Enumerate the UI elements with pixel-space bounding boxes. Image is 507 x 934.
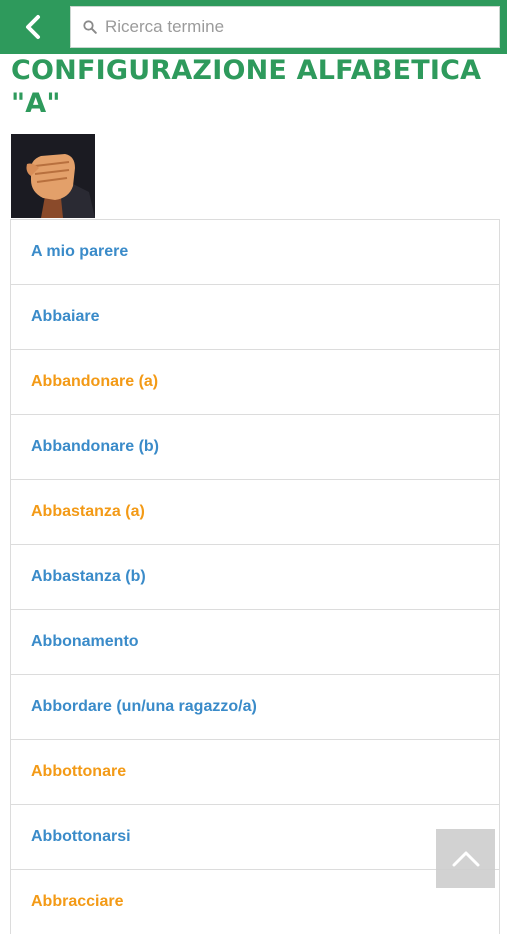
sign-thumbnail-image: [11, 134, 95, 218]
list-item[interactable]: Abbonamento: [11, 609, 499, 674]
term-link[interactable]: Abbandonare (a): [31, 373, 158, 391]
search-input[interactable]: [103, 11, 487, 43]
chevron-left-icon: [26, 15, 40, 39]
list-item[interactable]: Abbastanza (b): [11, 544, 499, 609]
list-item[interactable]: Abbandonare (b): [11, 414, 499, 479]
term-link[interactable]: Abbandonare (b): [31, 438, 159, 456]
scroll-to-top-button[interactable]: [436, 829, 495, 888]
term-link[interactable]: Abbastanza (a): [31, 503, 145, 521]
term-list: A mio parere Abbaiare Abbandonare (a) Abban…: [10, 219, 500, 934]
list-item[interactable]: Abbastanza (a): [11, 479, 499, 544]
fist-hand-icon: [11, 134, 95, 218]
search-icon: [83, 20, 97, 34]
list-item[interactable]: Abbandonare (a): [11, 349, 499, 414]
list-item[interactable]: A mio parere: [11, 219, 499, 284]
term-link[interactable]: Abbonamento: [31, 633, 139, 651]
page-title: CONFIGURAZIONE ALFABETICA "A": [11, 55, 482, 119]
term-link[interactable]: Abbottonare: [31, 763, 126, 781]
list-item[interactable]: Abbottonarsi: [11, 804, 499, 869]
back-button[interactable]: [0, 0, 66, 54]
term-link[interactable]: Abbordare (un/una ragazzo/a): [31, 698, 257, 716]
top-bar: [0, 0, 507, 54]
list-item[interactable]: Abbaiare: [11, 284, 499, 349]
term-link[interactable]: Abbaiare: [31, 308, 99, 326]
term-link[interactable]: Abbottonarsi: [31, 828, 131, 846]
term-link[interactable]: A mio parere: [31, 243, 128, 261]
search-box[interactable]: [70, 6, 500, 48]
list-item[interactable]: Abbordare (un/una ragazzo/a): [11, 674, 499, 739]
list-item[interactable]: Abbracciare: [11, 869, 499, 934]
term-link[interactable]: Abbastanza (b): [31, 568, 146, 586]
term-link[interactable]: Abbracciare: [31, 893, 124, 911]
list-item[interactable]: Abbottonare: [11, 739, 499, 804]
chevron-up-icon: [452, 851, 479, 866]
